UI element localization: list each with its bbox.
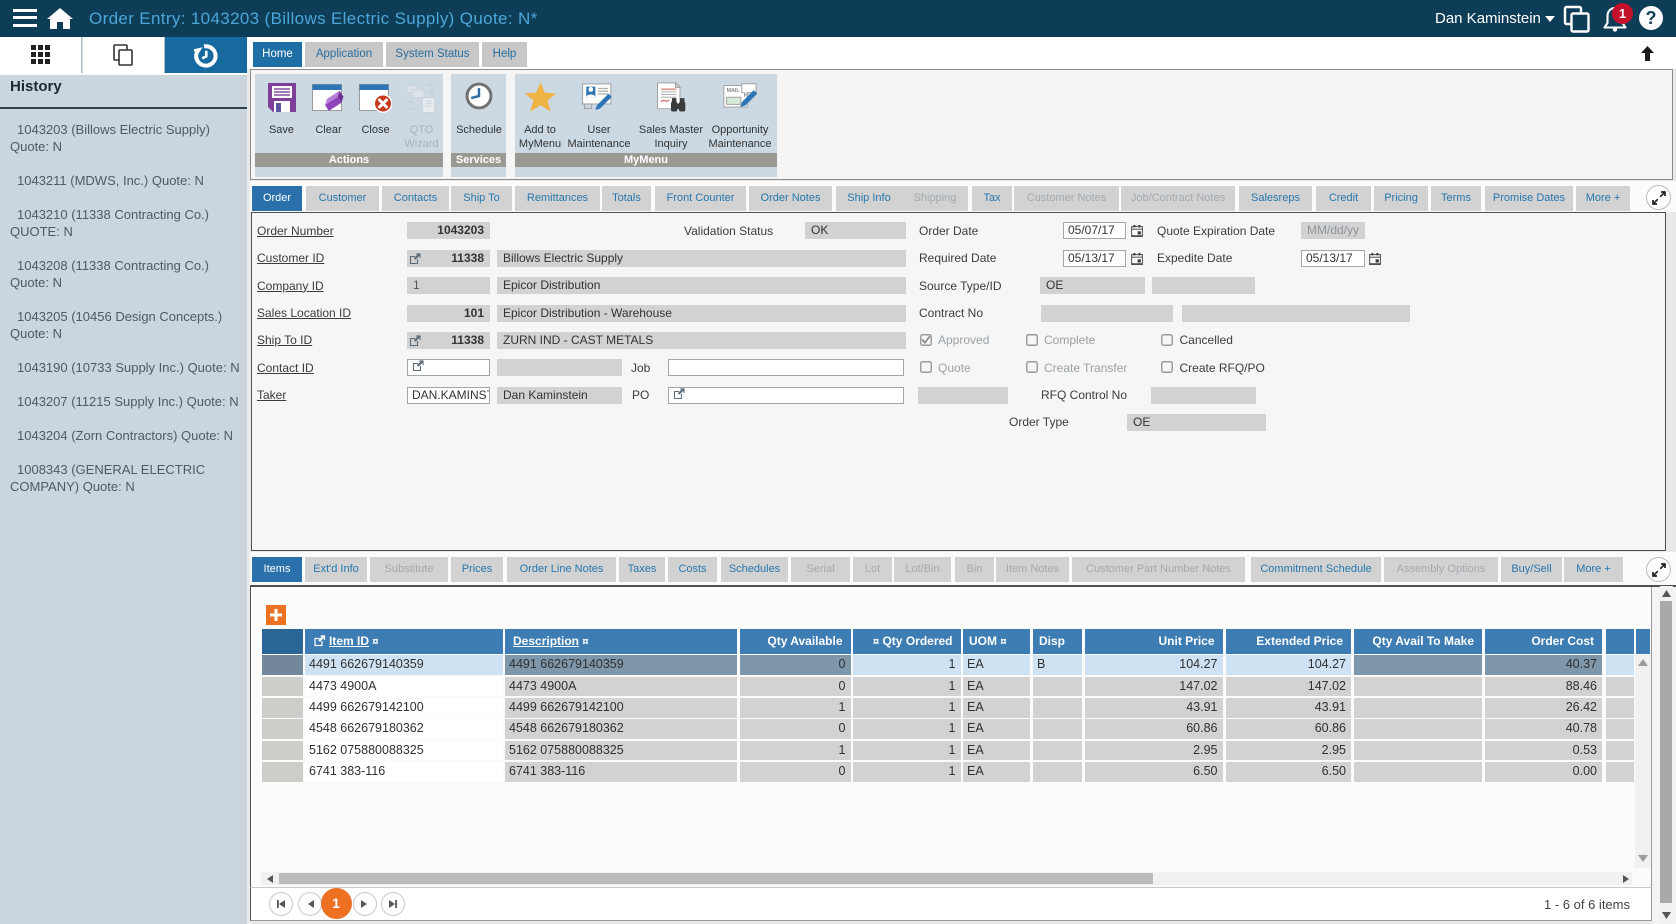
svg-text:MAIL: MAIL: [727, 88, 741, 94]
